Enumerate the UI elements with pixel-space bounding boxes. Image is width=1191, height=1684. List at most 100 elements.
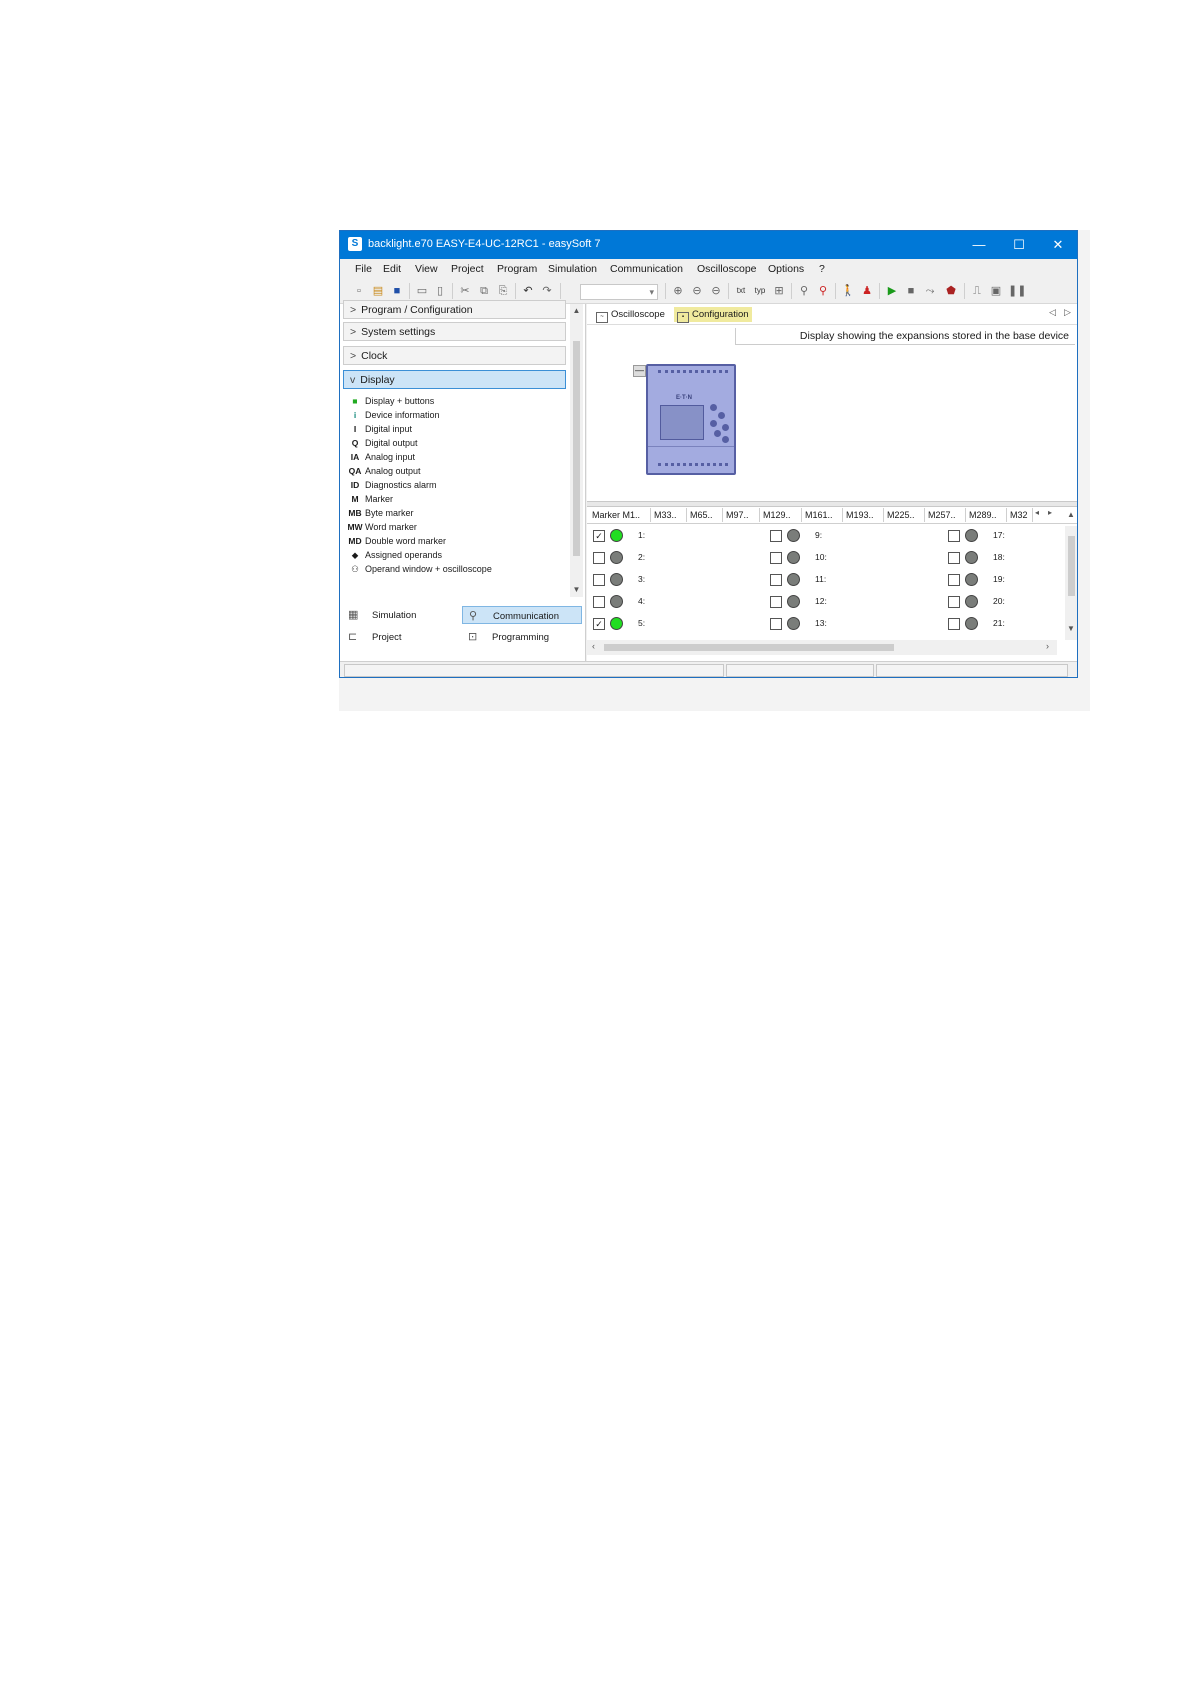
marker-force-checkbox[interactable] — [593, 551, 605, 564]
marker-force-checkbox[interactable] — [593, 595, 605, 608]
menu-communication[interactable]: Communication — [610, 263, 683, 275]
marker-force-checkbox[interactable] — [770, 529, 782, 542]
scroll-up-icon[interactable]: ▲ — [1067, 510, 1075, 519]
nav-programming[interactable]: ⊡ Programming — [462, 628, 582, 646]
tab-next-icon[interactable]: ▷ — [1064, 307, 1071, 318]
minimize-button[interactable]: — — [959, 231, 999, 259]
item-word-marker[interactable]: MW Word marker — [347, 521, 416, 534]
play-icon[interactable]: ▶ — [885, 284, 899, 298]
marker-force-checkbox[interactable] — [770, 617, 782, 630]
record-icon[interactable]: ▣ — [989, 284, 1003, 298]
redo-icon[interactable]: ↷ — [540, 284, 554, 298]
marker-tab-prev-icon[interactable]: ◂ — [1035, 508, 1039, 517]
marker-tab[interactable]: M97.. — [723, 508, 760, 522]
scroll-right-icon[interactable]: › — [1046, 641, 1049, 651]
run-person-icon[interactable]: 🚶 — [841, 284, 855, 298]
group-clock[interactable]: > Clock — [343, 346, 566, 365]
marker-tab[interactable]: M193.. — [843, 508, 884, 522]
copy-icon[interactable]: ⧉ — [477, 284, 491, 298]
zoom-out-icon[interactable]: ⊖ — [690, 284, 704, 298]
nav-communication[interactable]: ⚲ Communication — [462, 606, 582, 624]
stop-icon[interactable]: ■ — [904, 284, 918, 298]
stop-person-icon[interactable]: ♟ — [860, 284, 874, 298]
marker-force-checkbox[interactable] — [948, 595, 960, 608]
menu-project[interactable]: Project — [451, 263, 484, 275]
step-icon[interactable]: ⤳ — [923, 284, 937, 298]
nav-project[interactable]: ⊏ Project — [342, 628, 460, 646]
marker-force-checkbox[interactable] — [948, 573, 960, 586]
menu-help[interactable]: ? — [819, 263, 825, 275]
easy-e4-device-image[interactable]: E·T·N — [646, 364, 736, 475]
save-icon[interactable]: ■ — [390, 284, 404, 298]
marker-force-checkbox[interactable] — [948, 551, 960, 564]
menu-program[interactable]: Program — [497, 263, 537, 275]
marker-force-checkbox[interactable]: ✓ — [593, 617, 605, 630]
scroll-up-icon[interactable]: ▲ — [570, 306, 583, 315]
item-diagnostics-alarm[interactable]: ID Diagnostics alarm — [347, 479, 437, 492]
item-digital-output[interactable]: Q Digital output — [347, 437, 418, 450]
menu-view[interactable]: View — [415, 263, 438, 275]
scroll-down-icon[interactable]: ▼ — [1067, 624, 1075, 633]
scrollbar-thumb[interactable] — [1068, 536, 1075, 596]
tab-oscilloscope[interactable]: ~ Oscilloscope — [593, 307, 668, 323]
undo-icon[interactable]: ↶ — [521, 284, 535, 298]
marker-force-checkbox[interactable] — [948, 617, 960, 630]
print-preview-icon[interactable]: ▯ — [433, 284, 447, 298]
open-file-icon[interactable]: ▤ — [371, 284, 385, 298]
new-file-icon[interactable]: ▫ — [352, 284, 366, 298]
close-button[interactable]: ✕ — [1038, 231, 1077, 259]
menu-oscilloscope[interactable]: Oscilloscope — [697, 263, 757, 275]
item-assigned-operands[interactable]: ◆ Assigned operands — [347, 549, 442, 562]
marker-tab[interactable]: M65.. — [687, 508, 723, 522]
group-display[interactable]: v Display — [343, 370, 566, 389]
scrollbar-thumb[interactable] — [573, 341, 580, 556]
maximize-button[interactable]: ☐ — [999, 231, 1039, 259]
grid-view-icon[interactable]: ⊞ — [772, 284, 786, 298]
item-operand-window-oscilloscope[interactable]: ⚇ Operand window + oscilloscope — [347, 563, 492, 576]
marker-tab[interactable]: M289.. — [966, 508, 1007, 522]
group-system-settings[interactable]: > System settings — [343, 322, 566, 341]
title-bar[interactable]: S backlight.e70 EASY-E4-UC-12RC1 - easyS… — [340, 231, 1077, 259]
item-analog-output[interactable]: QA Analog output — [347, 465, 421, 478]
marker-tab[interactable]: M32 — [1007, 508, 1033, 522]
marker-horizontal-scrollbar[interactable]: ‹ › — [587, 640, 1057, 655]
text-view-icon[interactable]: txt — [734, 284, 748, 298]
item-double-word-marker[interactable]: MD Double word marker — [347, 535, 446, 548]
marker-tab[interactable]: M257.. — [925, 508, 966, 522]
type-view-icon[interactable]: typ — [753, 284, 767, 298]
item-device-information[interactable]: i Device information — [347, 409, 440, 422]
item-digital-input[interactable]: I Digital input — [347, 423, 412, 436]
zoom-fit-icon[interactable]: ⊖ — [709, 284, 723, 298]
group-program-configuration[interactable]: > Program / Configuration — [343, 300, 566, 319]
zoom-in-icon[interactable]: ⊕ — [671, 284, 685, 298]
scroll-left-icon[interactable]: ‹ — [592, 641, 595, 651]
marker-force-checkbox[interactable] — [770, 551, 782, 564]
nav-simulation[interactable]: ▦ Simulation — [342, 606, 460, 624]
item-analog-input[interactable]: IA Analog input — [347, 451, 415, 464]
marker-force-checkbox[interactable] — [593, 573, 605, 586]
marker-force-checkbox[interactable] — [770, 573, 782, 586]
menu-edit[interactable]: Edit — [383, 263, 401, 275]
marker-force-checkbox[interactable] — [948, 529, 960, 542]
collapse-device-button[interactable]: — — [633, 365, 646, 377]
scroll-down-icon[interactable]: ▼ — [570, 585, 583, 594]
print-icon[interactable]: ▭ — [415, 284, 429, 298]
marker-tab[interactable]: M161.. — [802, 508, 843, 522]
breakpoint-icon[interactable]: ⬟ — [944, 284, 958, 298]
item-byte-marker[interactable]: MB Byte marker — [347, 507, 413, 520]
marker-tab-next-icon[interactable]: ▸ — [1048, 508, 1052, 517]
menu-file[interactable]: File — [355, 263, 372, 275]
disconnect-icon[interactable]: ⚲ — [816, 284, 830, 298]
sidebar-scrollbar[interactable]: ▲ ▼ — [570, 304, 583, 597]
marker-tab[interactable]: M225.. — [884, 508, 925, 522]
tab-prev-icon[interactable]: ◁ — [1049, 307, 1056, 318]
item-display-buttons[interactable]: ■ Display + buttons — [347, 395, 434, 408]
marker-tab[interactable]: Marker M1.. — [589, 508, 651, 522]
marker-force-checkbox[interactable] — [770, 595, 782, 608]
tab-configuration[interactable]: ▪ Configuration — [674, 307, 752, 323]
marker-tab[interactable]: M129.. — [760, 508, 802, 522]
pause-icon[interactable]: ❚❚ — [1008, 284, 1026, 298]
scrollbar-thumb[interactable] — [604, 644, 894, 651]
paste-icon[interactable]: ⎘ — [496, 284, 510, 298]
marker-tab[interactable]: M33.. — [651, 508, 687, 522]
